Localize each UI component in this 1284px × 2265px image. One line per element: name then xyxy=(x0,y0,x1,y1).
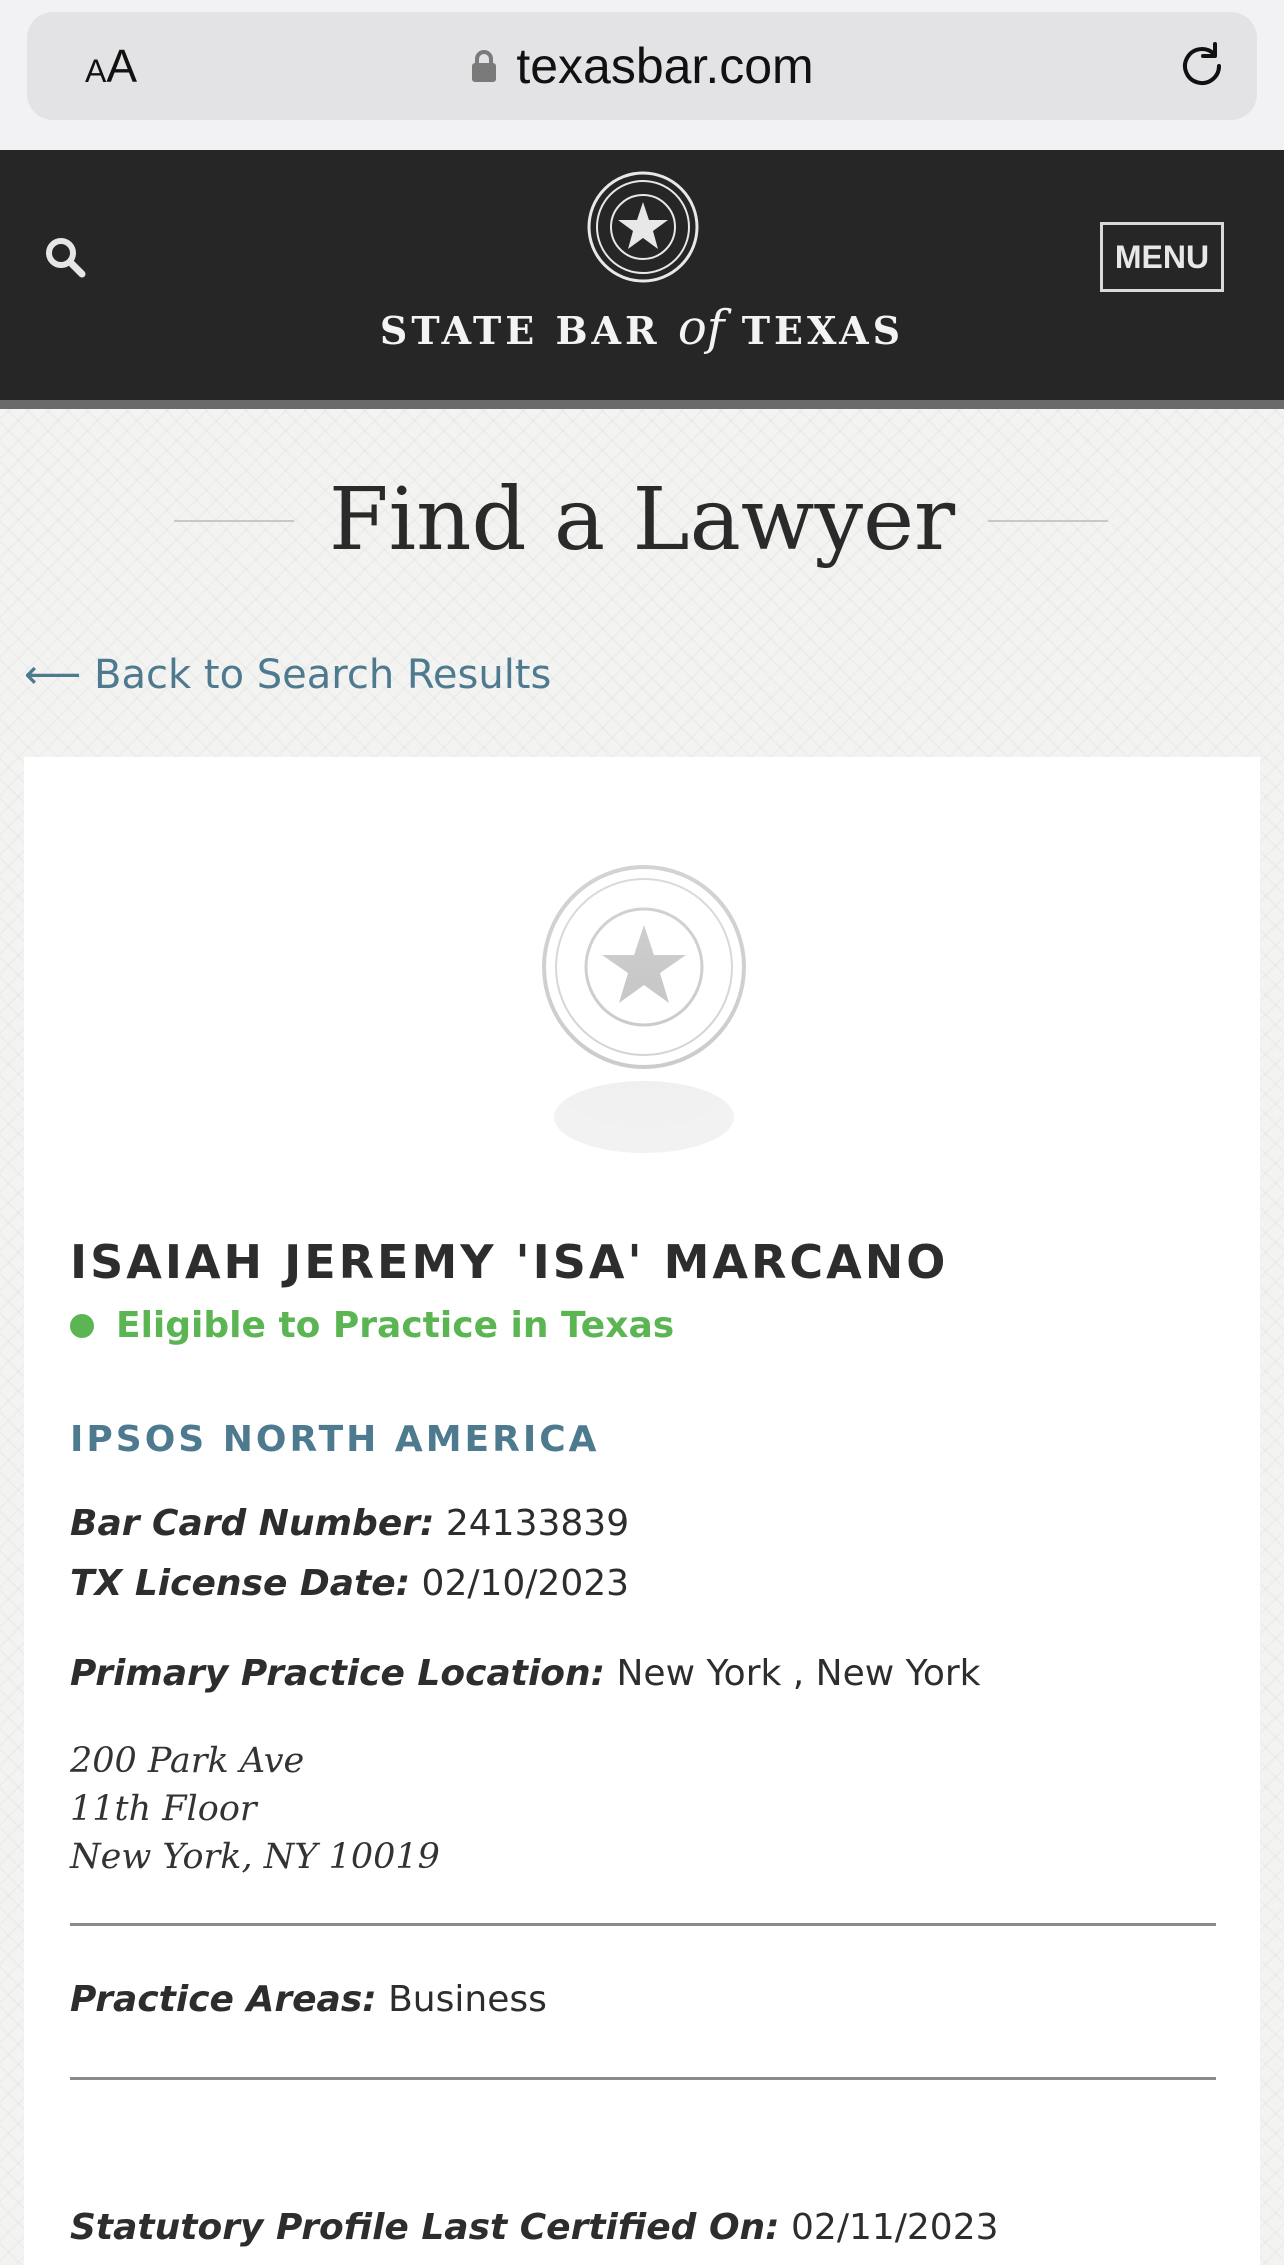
search-icon[interactable] xyxy=(44,236,86,278)
browser-toolbar: AA texasbar.com xyxy=(0,0,1284,150)
divider xyxy=(70,2077,1216,2080)
firm-name[interactable]: IPSOS NORTH AMERICA xyxy=(70,1419,600,1460)
state-bar-seal-icon xyxy=(587,171,699,283)
practice-location-row: Primary Practice Location: New York , Ne… xyxy=(70,1653,981,1694)
url-text: texasbar.com xyxy=(516,38,814,94)
page-title-section: Find a Lawyer xyxy=(0,460,1284,580)
lawyer-name: ISAIAH JEREMY 'ISA' MARCANO xyxy=(70,1235,949,1289)
office-address: 200 Park Ave 11th Floor New York, NY 100… xyxy=(70,1741,440,1877)
address-bar[interactable]: AA texasbar.com xyxy=(27,12,1257,120)
menu-button[interactable]: MENU xyxy=(1100,222,1224,292)
profile-seal-placeholder xyxy=(462,817,826,1181)
divider xyxy=(70,1923,1216,1926)
url-display[interactable]: texasbar.com xyxy=(27,12,1257,120)
status-text: Eligible to Practice in Texas xyxy=(116,1305,675,1346)
reload-icon[interactable] xyxy=(1175,39,1229,93)
license-date-row: TX License Date: 02/10/2023 xyxy=(70,1563,630,1604)
site-logo-text[interactable]: State Bar of Texas xyxy=(0,300,1284,356)
status-dot-icon xyxy=(70,1313,94,1338)
practice-areas-row: Practice Areas: Business xyxy=(70,1979,547,2020)
bar-card-row: Bar Card Number: 24133839 xyxy=(70,1503,630,1544)
certified-date-row: Statutory Profile Last Certified On: 02/… xyxy=(70,2207,999,2248)
site-header: State Bar of Texas MENU xyxy=(0,150,1284,409)
title-rule-right xyxy=(988,520,1108,522)
lawyer-profile-card: ISAIAH JEREMY 'ISA' MARCANO Eligible to … xyxy=(24,757,1260,2265)
back-to-results-link[interactable]: ⟵ Back to Search Results xyxy=(24,652,551,698)
lock-icon xyxy=(472,49,497,82)
eligibility-status: Eligible to Practice in Texas xyxy=(70,1305,674,1346)
